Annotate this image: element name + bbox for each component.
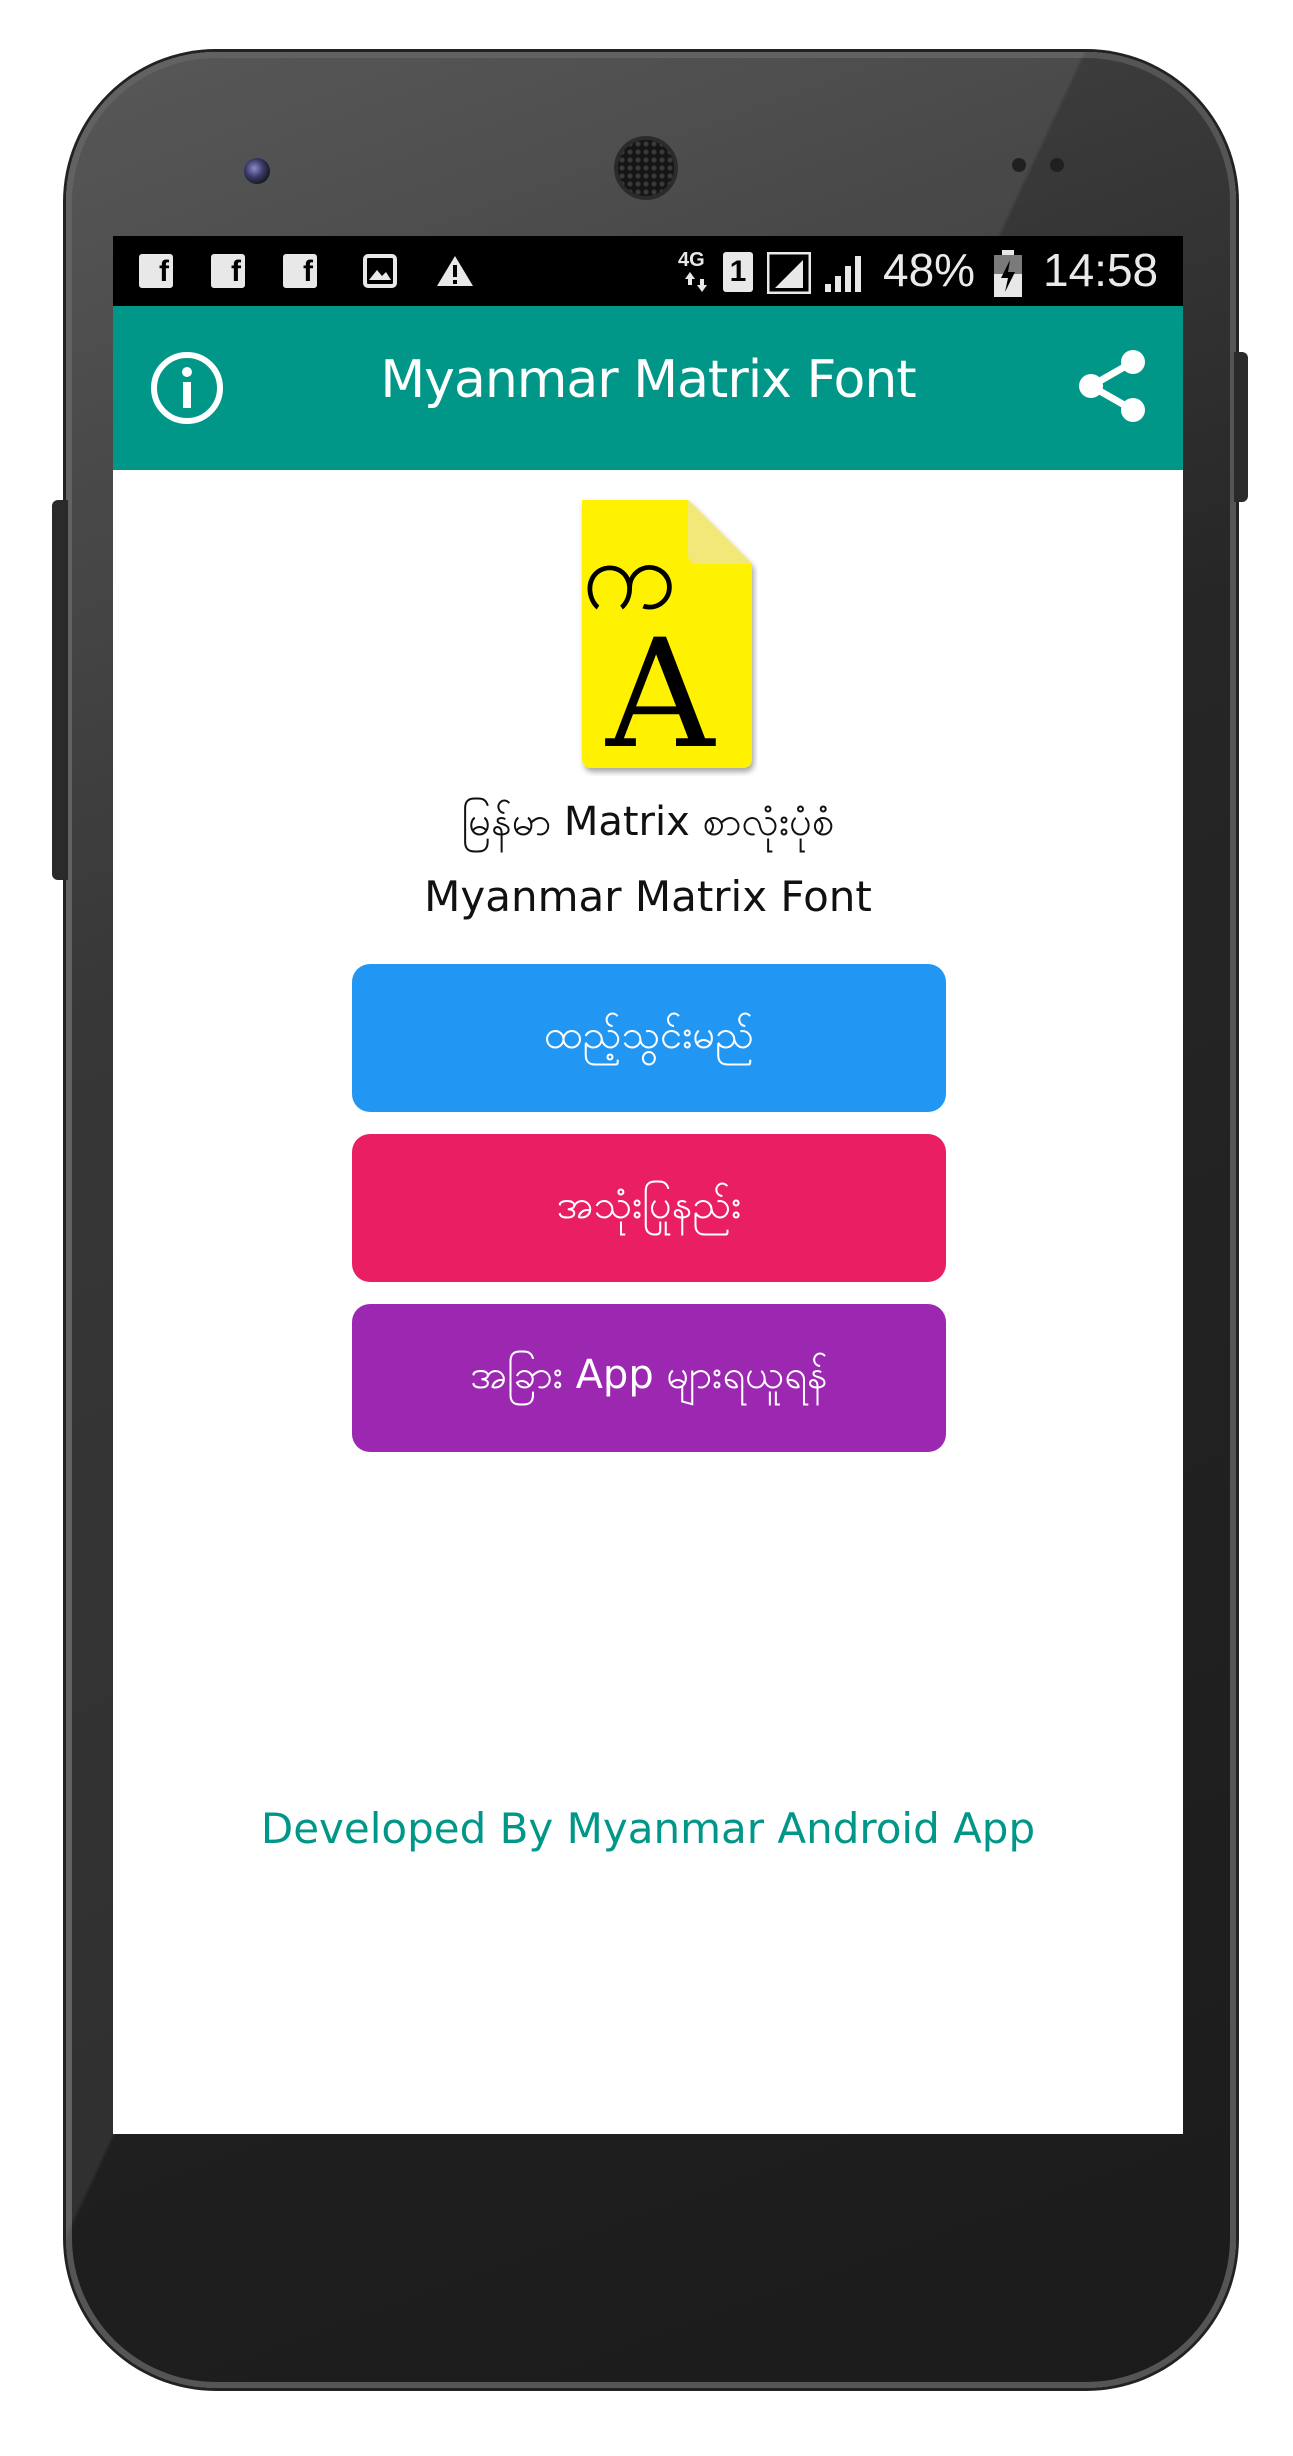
status-bar: f f f 4G 1 48% 14:58 — [113, 236, 1183, 306]
share-icon[interactable] — [1073, 346, 1153, 426]
title-english: Myanmar Matrix Font — [424, 872, 872, 921]
more-apps-button[interactable]: အခြား App များရယူရန် — [352, 1304, 946, 1452]
sim-icon: 1 — [723, 252, 753, 292]
image-icon — [363, 254, 397, 288]
earpiece-speaker — [618, 140, 674, 196]
app-logo-icon: က A — [582, 500, 752, 776]
data-arrows-icon — [685, 272, 707, 292]
signal-bars-icon — [825, 256, 861, 292]
front-camera — [244, 158, 270, 184]
how-to-use-button-label: အသုံးပြုနည်း — [556, 1181, 742, 1228]
warning-icon — [437, 256, 473, 286]
developer-credit: Developed By Myanmar Android App — [260, 1804, 1036, 1853]
facebook-icon: f — [139, 254, 173, 288]
signal-icon — [767, 252, 811, 294]
volume-button — [52, 500, 68, 880]
app-bar: Myanmar Matrix Font — [113, 306, 1183, 470]
facebook-icon: f — [211, 254, 245, 288]
network-type: 4G — [678, 249, 705, 271]
more-apps-button-label: အခြား App များရယူရန် — [470, 1351, 828, 1398]
install-button[interactable]: ထည့်သွင်းမည် — [352, 964, 946, 1112]
battery-icon — [994, 250, 1022, 297]
title-myanmar: မြန်မာ Matrix စာလုံးပုံစံ — [461, 799, 835, 845]
battery-percent: 48% — [883, 244, 976, 296]
phone-screen: f f f 4G 1 48% 14:58 Myanmar Matrix Font… — [113, 236, 1183, 2134]
facebook-icon: f — [283, 254, 317, 288]
logo-glyph-bottom: A — [605, 608, 716, 776]
light-sensor — [1050, 158, 1064, 172]
power-button — [1234, 352, 1248, 502]
proximity-sensor — [1012, 158, 1026, 172]
install-button-label: ထည့်သွင်းမည် — [544, 1011, 754, 1058]
app-title: Myanmar Matrix Font — [380, 350, 916, 410]
how-to-use-button[interactable]: အသုံးပြုနည်း — [352, 1134, 946, 1282]
clock: 14:58 — [1043, 244, 1159, 296]
